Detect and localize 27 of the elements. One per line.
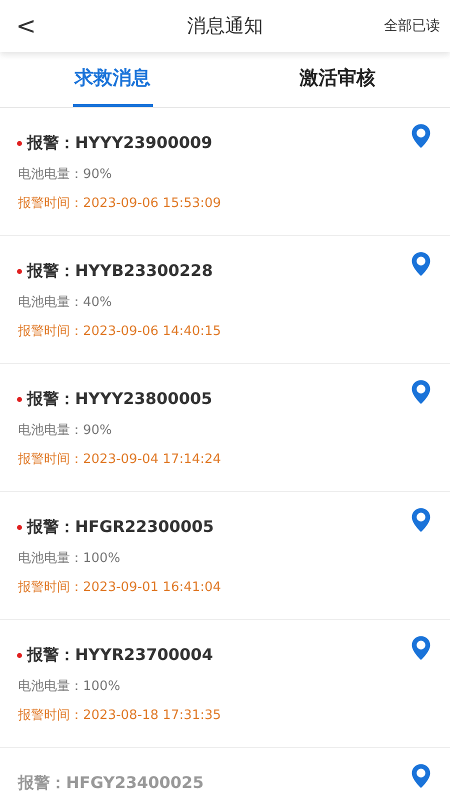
alarm-time-text: 报警时间：2023-09-06 14:40:15 (18, 323, 222, 340)
page-title: 消息通知 (187, 14, 263, 39)
battery-level-text: 电池电量：90% (18, 422, 113, 439)
alarm-time-text: 报警时间：2023-08-18 17:31:35 (18, 707, 222, 724)
mark-all-read-button[interactable]: 全部已读 (384, 17, 440, 35)
alarm-title: 报警：HYYY23800005 (27, 388, 214, 410)
alarm-title: 报警：HYYR23700004 (27, 644, 214, 666)
location-pin-icon[interactable] (410, 123, 432, 149)
location-pin-icon[interactable] (410, 379, 432, 405)
battery-level-text: 电池电量：90% (18, 166, 113, 183)
alarm-title: 报警：HFGY23400025 (18, 772, 205, 794)
alarm-time-text: 报警时间：2023-09-01 16:41:04 (18, 579, 222, 596)
alarm-title: 报警：HYYB23300228 (27, 260, 214, 282)
battery-level-text: 电池电量：40% (18, 294, 113, 311)
location-pin-icon[interactable] (410, 635, 432, 661)
battery-level-text: 电池电量：100% (18, 550, 122, 567)
alarm-time-text: 报警时间：2023-09-04 17:14:24 (18, 451, 222, 468)
tab[interactable]: 激活审核 (298, 52, 378, 107)
alarm-time-text: 报警时间：2023-09-06 15:53:09 (18, 195, 222, 212)
alarm-title: 报警：HFGR22300005 (27, 516, 215, 538)
location-pin-icon[interactable] (410, 507, 432, 533)
alarm-title: 报警：HYYY23900009 (27, 132, 214, 154)
location-pin-icon[interactable] (410, 763, 432, 789)
back-button[interactable]: < (12, 12, 40, 40)
location-pin-icon[interactable] (410, 251, 432, 277)
battery-level-text: 电池电量：100% (18, 678, 122, 695)
tab[interactable]: 求救消息 (72, 52, 152, 107)
